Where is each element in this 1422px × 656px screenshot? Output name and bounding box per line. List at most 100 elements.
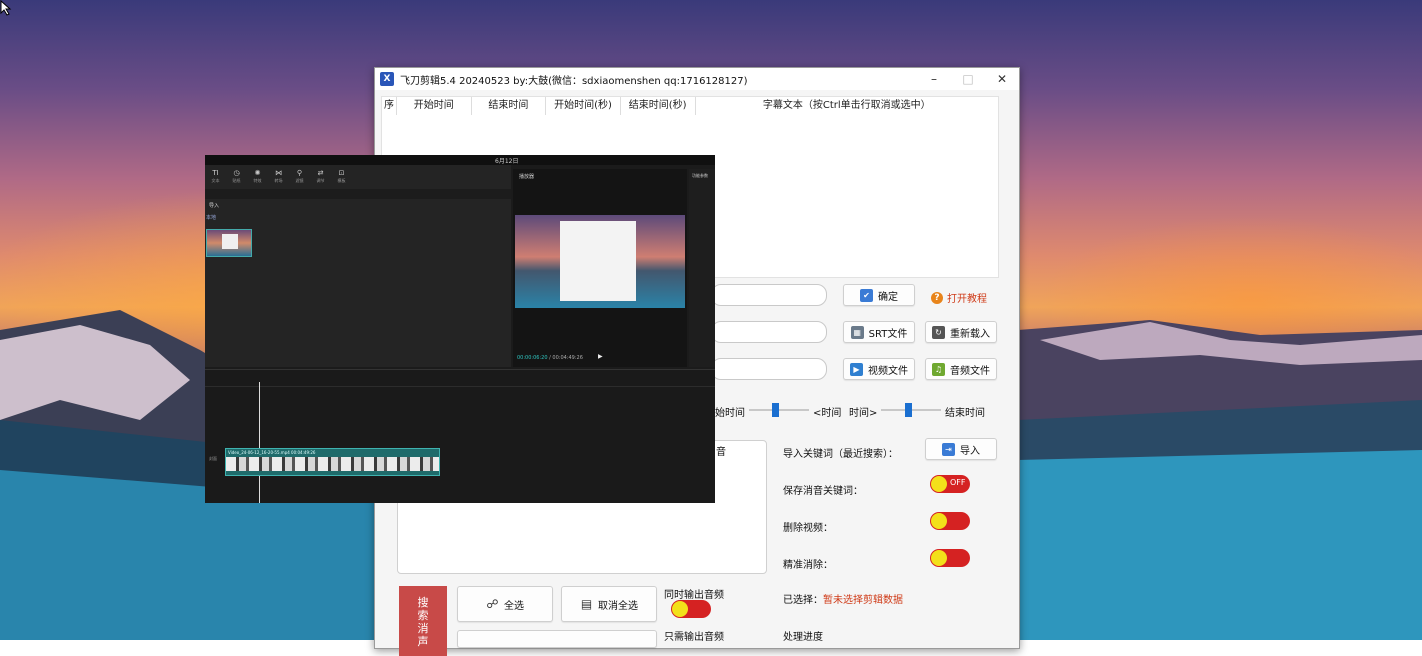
editor-tool-filter[interactable]: ⚲ 滤镜 — [289, 165, 310, 187]
save-mute-keywords-toggle[interactable]: OFF — [930, 475, 970, 493]
clip-frames — [226, 457, 439, 471]
editor-properties-panel: 功能参数 — [689, 169, 715, 367]
deselect-all-button[interactable]: ▤ 取消全选 — [561, 586, 657, 622]
video-editor-overlay: 6月12日 TI 文本 ◷ 贴纸 ✺ 特效 ⋈ 转场 ⚲ 滤镜 ⇄ 调节 ⊡ 模板 导入 本地… — [205, 155, 715, 503]
minimize-button[interactable]: – — [917, 68, 951, 90]
preview-title: 播放器 — [519, 174, 535, 180]
column-header[interactable]: 结束时间 — [472, 97, 547, 115]
toggle-knob — [931, 513, 947, 529]
secondary-input[interactable] — [457, 630, 657, 648]
srt-icon: ▦ — [850, 325, 864, 339]
total-time: 00:04:49:26 — [552, 355, 583, 361]
start-time-label: 始时间 — [715, 408, 745, 419]
search-mute-button[interactable]: 搜索消声 — [399, 586, 447, 656]
timeline-playhead[interactable] — [259, 382, 260, 503]
tool-label: 文本 — [211, 177, 220, 183]
thumbnail-window — [222, 234, 238, 249]
lt-time-label: <时间 — [813, 408, 842, 419]
editor-media-thumbnail[interactable] — [206, 229, 252, 257]
column-header[interactable]: 开始时间(秒) — [546, 97, 621, 115]
text-field-3[interactable] — [711, 358, 827, 380]
confirm-button[interactable]: ✔ 确定 — [843, 284, 915, 306]
import-label: 导入 — [960, 445, 980, 457]
time-gt-label: 时间> — [849, 408, 878, 419]
start-time-slider-thumb[interactable] — [772, 403, 779, 417]
save-mute-keywords-label: 保存消音关键词： — [783, 486, 863, 497]
confirm-label: 确定 — [878, 291, 898, 303]
text-field-2[interactable] — [711, 321, 827, 343]
srt-file-button[interactable]: ▦ SRT文件 — [843, 321, 915, 343]
properties-title: 功能参数 — [692, 173, 708, 178]
import-keywords-label: 导入关键词（最近搜索）： — [783, 449, 898, 460]
import-button[interactable]: ⇥ 导入 — [925, 438, 997, 460]
editor-timeline[interactable]: 封面 Video_24-06-12_16-20-55.mp4 00:04:49:… — [205, 369, 715, 503]
editor-import-button[interactable]: 导入 — [209, 202, 219, 209]
editor-title: 6月12日 — [495, 158, 519, 165]
preview-inner-window — [560, 221, 636, 301]
end-time-label: 结束时间 — [945, 408, 985, 419]
subtitle-table-header: 序 开始时间 结束时间 开始时间(秒) 结束时间(秒) 字幕文本（按Ctrl单击… — [382, 97, 998, 115]
select-all-button[interactable]: ☍ 全选 — [457, 586, 553, 622]
link-icon: ☍ — [486, 597, 499, 611]
mouse-cursor-icon — [0, 0, 12, 16]
progress-label: 处理进度 — [783, 632, 823, 643]
editor-toolbar: TI 文本 ◷ 贴纸 ✺ 特效 ⋈ 转场 ⚲ 滤镜 ⇄ 调节 ⊡ 模板 — [205, 165, 511, 187]
video-file-label: 视频文件 — [868, 365, 908, 377]
reload-button[interactable]: ↻ 重新载入 — [925, 321, 997, 343]
column-header[interactable]: 结束时间(秒) — [621, 97, 696, 115]
selected-value: 暂未选择剪辑数据 — [823, 595, 903, 606]
delete-video-label: 删除视频： — [783, 523, 833, 534]
editor-tool-transition[interactable]: ⋈ 转场 — [268, 165, 289, 187]
selected-status: 已选择：暂未选择剪辑数据 — [783, 591, 903, 606]
editor-tool-adjust[interactable]: ⇄ 调节 — [310, 165, 331, 187]
track-label: 封面 — [209, 456, 217, 461]
tool-label: 滤镜 — [295, 177, 304, 183]
audio-icon: ♫ — [932, 362, 945, 376]
editor-local-label: 本地 — [206, 215, 217, 221]
tool-glyph: ✺ — [254, 168, 261, 177]
editor-tool-effect[interactable]: ✺ 特效 — [247, 165, 268, 187]
maximize-button[interactable]: □ — [951, 68, 985, 90]
editor-tool-text[interactable]: TI 文本 — [205, 165, 226, 187]
tool-label: 特效 — [253, 177, 262, 183]
delete-video-toggle[interactable] — [930, 512, 970, 530]
precise-remove-label: 精准消除： — [783, 560, 833, 571]
timeline-clip[interactable]: Video_24-06-12_16-20-55.mp4 00:04:49:26 — [225, 448, 440, 476]
clip-label: Video_24-06-12_16-20-55.mp4 00:04:49:26 — [228, 450, 316, 455]
column-header[interactable]: 字幕文本（按Ctrl单击行取消或选中） — [696, 97, 999, 115]
column-header[interactable]: 序 — [382, 97, 397, 115]
current-time: 00:00:06:20 — [517, 355, 548, 361]
editor-media-panel: TI 文本 ◷ 贴纸 ✺ 特效 ⋈ 转场 ⚲ 滤镜 ⇄ 调节 ⊡ 模板 导入 本地 — [205, 165, 511, 367]
precise-remove-toggle[interactable] — [930, 549, 970, 567]
text-field-1[interactable] — [711, 284, 827, 306]
import-icon: ⇥ — [942, 442, 955, 456]
column-header[interactable]: 开始时间 — [397, 97, 472, 115]
tool-label: 调节 — [316, 177, 325, 183]
confirm-icon: ✔ — [860, 288, 873, 302]
toggle-knob — [931, 476, 947, 492]
end-time-slider-thumb[interactable] — [905, 403, 912, 417]
tool-glyph: ⇄ — [317, 168, 324, 177]
editor-tool-sticker[interactable]: ◷ 贴纸 — [226, 165, 247, 187]
srt-file-label: SRT文件 — [868, 328, 908, 340]
question-icon: ? — [931, 291, 943, 304]
select-all-label: 全选 — [504, 600, 524, 612]
close-button[interactable]: ✕ — [985, 68, 1019, 90]
title-bar: X 飞刀剪辑5.4 20240523 by:大鼓(微信：sdxiaomenshe… — [375, 68, 1019, 90]
tool-glyph: ◷ — [233, 168, 240, 177]
deselect-all-label: 取消全选 — [598, 600, 638, 612]
start-time-slider-track[interactable] — [749, 409, 809, 411]
editor-tool-template[interactable]: ⊡ 模板 — [331, 165, 352, 187]
video-icon: ▶ — [850, 362, 863, 376]
open-tutorial-link[interactable]: ? 打开教程 — [931, 290, 987, 305]
timeline-ruler — [205, 378, 715, 387]
play-icon[interactable]: ▶ — [598, 353, 603, 360]
output-audio-simul-toggle[interactable] — [671, 600, 711, 618]
reload-icon: ↻ — [932, 325, 945, 339]
video-file-button[interactable]: ▶ 视频文件 — [843, 358, 915, 380]
tool-label: 贴纸 — [232, 177, 241, 183]
tool-glyph: ⊡ — [338, 168, 345, 177]
audio-file-button[interactable]: ♫ 音频文件 — [925, 358, 997, 380]
output-audio-simul-label: 同时输出音频 — [664, 590, 724, 601]
tool-label: 模板 — [337, 177, 346, 183]
